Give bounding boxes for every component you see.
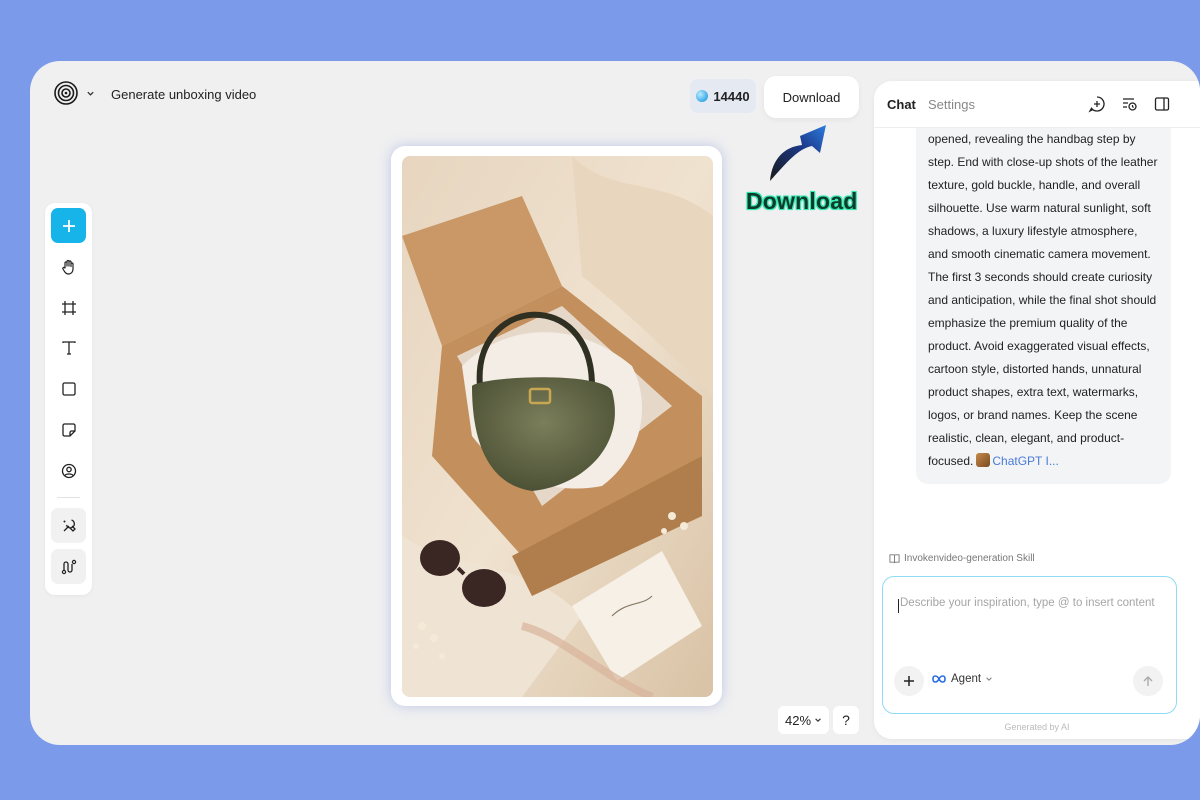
tool-bar: [45, 203, 92, 595]
add-tool-button[interactable]: [51, 208, 86, 243]
chevron-down-icon[interactable]: [86, 89, 95, 98]
rectangle-tool-button[interactable]: [51, 371, 86, 406]
text-tool-button[interactable]: [51, 330, 86, 365]
skill-indicator: Invokenvideo-generation Skill: [889, 553, 1035, 564]
skill-label: Invokenvideo-generation Skill: [904, 553, 1035, 564]
credits-count: 14440: [713, 88, 750, 104]
arrow-up-icon: [1143, 676, 1153, 686]
rectangle-icon: [61, 381, 76, 396]
toolbar-divider: [57, 497, 80, 498]
project-title[interactable]: Generate unboxing video: [111, 87, 256, 102]
frame-tool-button[interactable]: [51, 290, 86, 325]
ai-disclaimer: Generated by AI: [1004, 722, 1070, 732]
chat-message: opened, revealing the handbag step by st…: [916, 128, 1171, 484]
avatar-icon: [61, 463, 76, 478]
text-icon: [61, 340, 76, 355]
history-icon[interactable]: [1120, 95, 1138, 113]
magic-brush-icon: [63, 518, 76, 532]
message-body: opened, revealing the handbag step by st…: [928, 132, 1158, 468]
send-button[interactable]: [1133, 666, 1163, 696]
zoom-select[interactable]: 42%: [778, 706, 829, 734]
video-preview-frame[interactable]: [391, 146, 722, 706]
agent-select[interactable]: Agent: [931, 673, 993, 685]
book-icon: [889, 554, 900, 564]
sticky-note-tool-button[interactable]: [51, 412, 86, 447]
chat-panel: Chat Settings opened, revealing the hand…: [874, 81, 1200, 739]
frame-icon: [61, 300, 76, 315]
annotation-arrow-icon: [770, 125, 826, 181]
new-chat-icon[interactable]: [1088, 95, 1106, 113]
prompt-box: Agent: [882, 576, 1177, 714]
credits-coin-icon: [696, 90, 709, 102]
hand-icon: [61, 259, 74, 275]
unboxing-preview-image: [402, 156, 713, 697]
sidebar-toggle-icon[interactable]: [1153, 95, 1171, 113]
reference-image-icon: [976, 453, 991, 467]
prompt-input[interactable]: [900, 597, 1170, 609]
download-button[interactable]: Download: [764, 76, 859, 118]
agent-label: Agent: [951, 673, 982, 685]
sticky-note-icon: [61, 422, 76, 437]
attach-button[interactable]: [894, 666, 924, 696]
spiral-logo-icon[interactable]: [54, 81, 78, 105]
annotation-label: Download: [746, 188, 858, 214]
path-icon: [61, 559, 76, 574]
avatar-tool-button[interactable]: [51, 453, 86, 488]
help-button[interactable]: ?: [833, 706, 859, 734]
magic-brush-tool-button[interactable]: [51, 508, 86, 543]
hand-tool-button[interactable]: [51, 249, 86, 284]
tab-chat[interactable]: Chat: [887, 97, 916, 112]
message-reference-chip[interactable]: ChatGPT I...: [992, 454, 1058, 468]
chevron-down-icon: [986, 677, 992, 681]
credits-badge[interactable]: 14440: [690, 79, 756, 113]
zoom-value: 42%: [784, 712, 812, 728]
message-text: opened, revealing the handbag step by st…: [928, 128, 1159, 473]
path-tool-button[interactable]: [51, 549, 86, 584]
plus-icon: [62, 219, 75, 232]
text-caret: [898, 599, 899, 613]
chevron-down-icon: [815, 718, 821, 722]
infinity-icon: [932, 675, 946, 683]
app-window: Generate unboxing video 14440 Download D…: [30, 61, 1200, 745]
tab-settings[interactable]: Settings: [928, 97, 975, 112]
plus-icon: [904, 676, 914, 686]
